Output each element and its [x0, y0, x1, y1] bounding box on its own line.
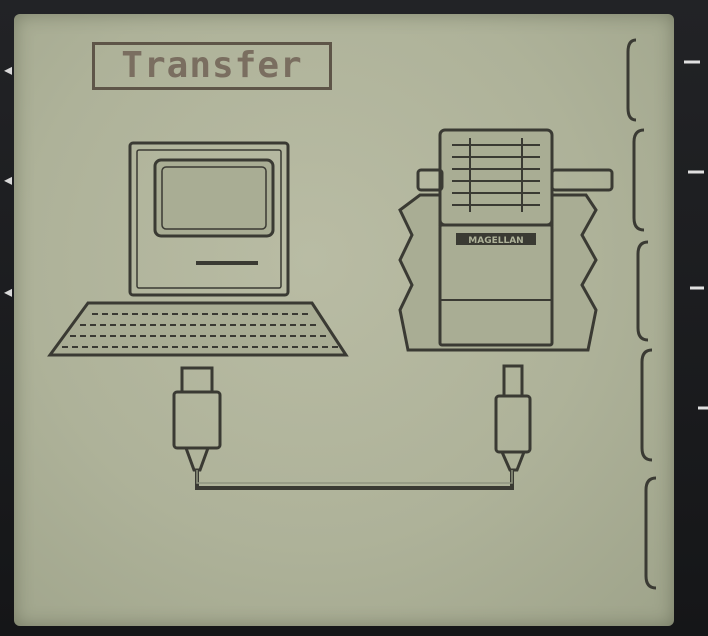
bezel-ticks	[684, 60, 708, 410]
softkey-bracket-icon	[632, 128, 645, 232]
softkey-bracket-icon	[640, 348, 653, 462]
gps-brand-label: MAGELLAN	[468, 236, 523, 246]
softkey-bracket-icon	[644, 476, 657, 590]
computer-icon	[47, 141, 349, 357]
softkey-bracket-icon	[636, 240, 649, 342]
device-bezel: ◂ ◂ ◂ Transfer MAGELLAN	[0, 0, 708, 636]
softkey-bracket-icon	[626, 38, 637, 122]
softkey-brackets	[626, 38, 657, 590]
usb-cable-icon	[172, 364, 532, 490]
